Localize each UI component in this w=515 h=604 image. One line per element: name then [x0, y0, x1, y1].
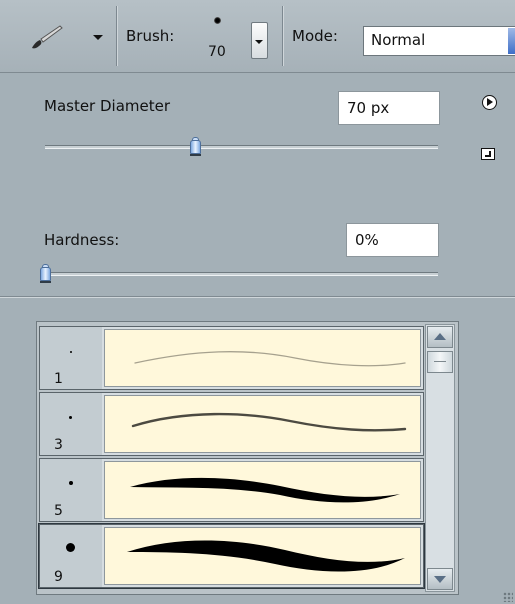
brush-stroke-preview	[104, 395, 421, 453]
mode-value: Normal	[371, 31, 426, 49]
scroll-thumb[interactable]	[427, 351, 453, 373]
mode-select[interactable]: Normal	[363, 26, 515, 56]
brush-preset-item[interactable]: 5	[39, 458, 424, 522]
mode-label: Mode:	[292, 27, 338, 45]
toolbar-separator	[282, 6, 283, 66]
tool-preset-dropdown-icon[interactable]	[93, 35, 103, 40]
brush-tip-icon	[214, 17, 221, 24]
section-divider	[0, 296, 515, 298]
brush-size-label: 70	[208, 44, 226, 60]
brush-tip-icon	[69, 481, 73, 485]
brush-preset-size: 9	[54, 569, 63, 585]
hardness-label: Hardness:	[44, 231, 120, 249]
brush-tip-icon	[66, 543, 75, 552]
panel-menu-icon[interactable]	[482, 95, 497, 110]
brush-stroke-preview	[104, 527, 421, 585]
brush-preset-size: 1	[54, 371, 63, 387]
scroll-up-icon[interactable]	[427, 326, 453, 348]
toolbar-separator	[116, 6, 117, 66]
brush-tip-icon	[69, 416, 72, 419]
brush-tip-icon	[70, 351, 72, 353]
mode-dropdown-button[interactable]	[508, 28, 515, 54]
hardness-slider-track[interactable]	[40, 272, 438, 276]
brush-stroke-preview	[104, 329, 421, 387]
new-preset-icon[interactable]	[481, 148, 495, 160]
master-diameter-label: Master Diameter	[44, 97, 171, 115]
brush-preset-size: 5	[54, 503, 63, 519]
brush-tool-icon[interactable]	[30, 24, 64, 50]
master-diameter-field[interactable]: 70 px	[338, 91, 440, 125]
brush-stroke-preview	[104, 461, 421, 519]
hardness-slider-thumb[interactable]	[40, 264, 51, 283]
brush-preset-item[interactable]: 1	[39, 326, 424, 390]
brush-preview[interactable]: 70	[202, 10, 232, 60]
master-diameter-slider-thumb[interactable]	[190, 137, 202, 156]
brush-preset-list: 1 3 5 9	[36, 321, 459, 595]
brush-picker-button[interactable]	[251, 22, 268, 59]
brush-preset-item[interactable]: 9	[38, 523, 425, 589]
scroll-down-icon[interactable]	[427, 568, 453, 590]
master-diameter-slider-track[interactable]	[45, 145, 438, 149]
hardness-field[interactable]: 0%	[346, 223, 439, 257]
preset-list-scrollbar[interactable]	[425, 324, 455, 592]
options-bar: Brush: 70 Mode: Normal	[0, 0, 515, 73]
resize-grip-icon[interactable]	[503, 592, 513, 602]
brush-label: Brush:	[126, 27, 175, 45]
brush-preset-item[interactable]: 3	[39, 392, 424, 456]
brush-preset-size: 3	[54, 437, 63, 453]
